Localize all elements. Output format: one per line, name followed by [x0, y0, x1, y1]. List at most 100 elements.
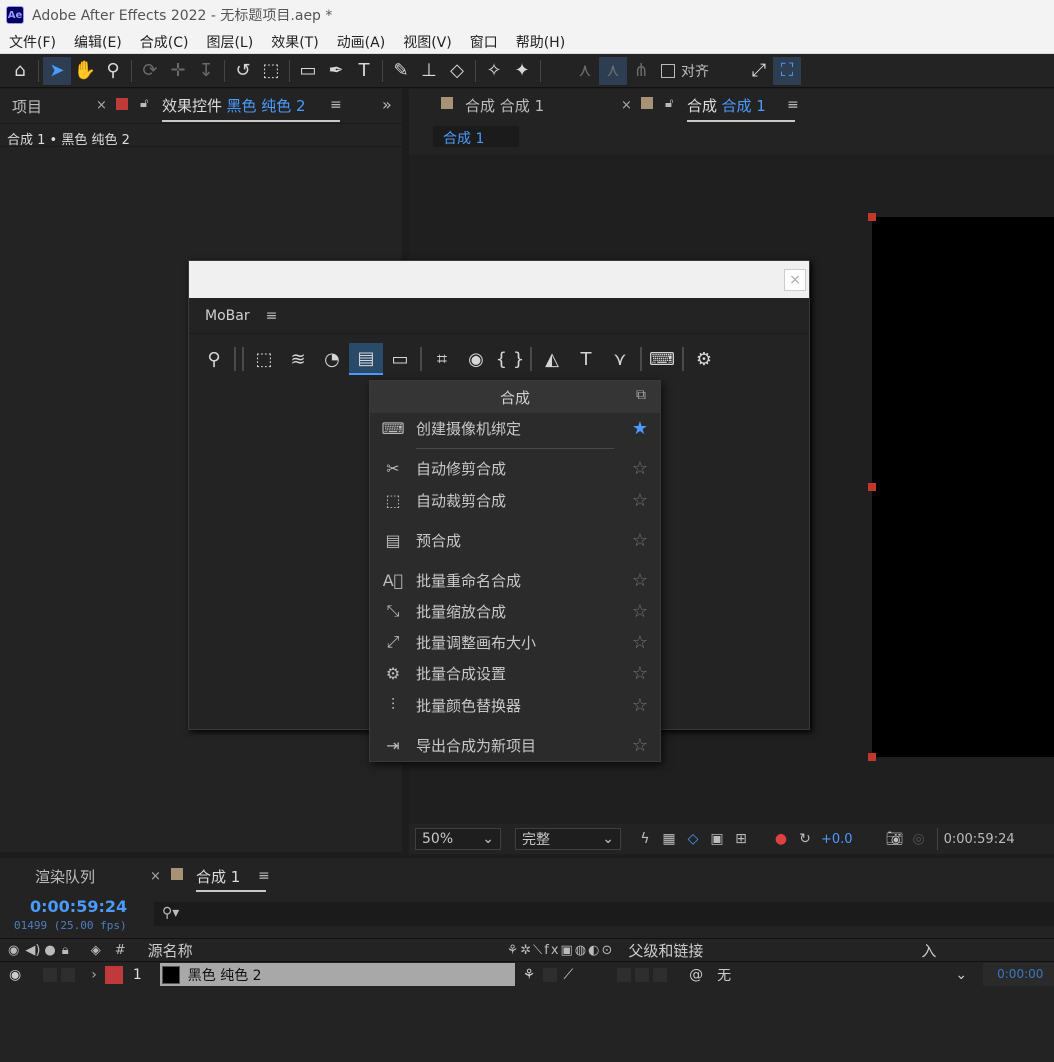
video-eye-icon[interactable]: ◉	[8, 943, 19, 958]
lock-icon[interactable]: 🔒︎	[62, 943, 69, 958]
fast-preview-icon[interactable]: ϟ	[633, 828, 657, 850]
layers-icon[interactable]: ≋	[281, 343, 315, 375]
quality-select[interactable]: 完整 ⌄	[515, 828, 621, 850]
folder-icon[interactable]: ▭	[383, 343, 417, 375]
menu-view[interactable]: 视图(V)	[394, 32, 461, 52]
stopwatch-icon[interactable]: ◔	[315, 343, 349, 375]
star-outline-icon[interactable]: ☆	[620, 570, 660, 591]
menu-item-auto-crop[interactable]: ⬚ 自动裁剪合成 ☆	[370, 486, 660, 514]
path-icon[interactable]: ⋎	[603, 343, 637, 375]
star-outline-icon[interactable]: ☆	[620, 695, 660, 716]
menu-composition[interactable]: 合成(C)	[131, 32, 198, 52]
adjustment-switch[interactable]	[617, 967, 632, 982]
anchor-tool-icon[interactable]: ⬚	[257, 57, 285, 85]
rectangle-tool-icon[interactable]: ▭	[294, 57, 322, 85]
dolly-camera-icon[interactable]: ↧	[192, 57, 220, 85]
solo-icon[interactable]: ●	[44, 943, 55, 958]
orbit-camera-icon[interactable]: ⟳	[136, 57, 164, 85]
eraser-tool-icon[interactable]: ◇	[443, 57, 471, 85]
chevrons-right-icon[interactable]: »	[382, 95, 392, 114]
snapshot-icon[interactable]: 📷︎	[883, 828, 907, 850]
roto-brush-icon[interactable]: ✧	[480, 57, 508, 85]
menu-item-batch-canvas[interactable]: ⤢ 批量调整画布大小 ☆	[370, 628, 660, 656]
close-icon[interactable]: ×	[150, 869, 161, 884]
shy-switch-icon[interactable]: ⚘	[523, 967, 536, 983]
channel-icon[interactable]: ●	[769, 828, 793, 850]
column-in[interactable]: 入	[921, 940, 936, 961]
timeline-search-input[interactable]: ⚲▾	[154, 902, 1054, 926]
current-timecode[interactable]: 0:00:59:24	[30, 897, 127, 916]
layer-name-cell[interactable]: 黑色 纯色 2	[159, 963, 515, 986]
popout-icon[interactable]: ⧉	[636, 387, 646, 403]
tab-project[interactable]: 项目	[12, 96, 42, 117]
menu-item-batch-settings[interactable]: ⚙ 批量合成设置 ☆	[370, 659, 660, 687]
menu-item-auto-trim[interactable]: ✂ 自动修剪合成 ☆	[370, 454, 660, 482]
layer-switches-icon[interactable]: ⚘✲⟍fx▣◍◐⊙	[507, 943, 615, 958]
selection-tool-icon[interactable]: ➤	[43, 56, 71, 85]
menu-item-batch-rename[interactable]: A⃞ 批量重命名合成 ☆	[370, 566, 660, 594]
zoom-select[interactable]: 50% ⌄	[415, 828, 501, 850]
visibility-eye-icon[interactable]: ◉	[9, 967, 21, 983]
column-parent-link[interactable]: 父级和链接	[628, 940, 703, 961]
motion-blur-switch[interactable]	[653, 967, 668, 982]
menu-animation[interactable]: 动画(A)	[328, 32, 395, 52]
menu-item-batch-color[interactable]: ⫶ 批量颜色替换器 ☆	[370, 691, 660, 719]
layer-label-color[interactable]	[104, 965, 123, 984]
camera-icon[interactable]: ⌨	[645, 343, 679, 375]
audio-icon[interactable]: ◀)	[25, 943, 40, 958]
collapse-switch[interactable]	[543, 967, 558, 982]
star-outline-icon[interactable]: ☆	[620, 632, 660, 653]
home-icon[interactable]: ⌂	[6, 57, 34, 85]
star-outline-icon[interactable]: ☆	[620, 601, 660, 622]
lock-icon[interactable]: 🔓︎	[140, 96, 148, 111]
type-tool-icon[interactable]: T	[350, 57, 378, 85]
3d-switch[interactable]	[635, 967, 650, 982]
comp-chip[interactable]: 合成 1	[433, 126, 519, 147]
stamp-tool-icon[interactable]: ⊥	[415, 57, 443, 85]
star-outline-icon[interactable]: ☆	[620, 490, 660, 511]
rotate-tool-icon[interactable]: ↺	[229, 57, 257, 85]
layer-in-time[interactable]: 0:00:00	[983, 963, 1054, 986]
parent-select[interactable]: 无 ⌄	[711, 964, 973, 985]
snap-icon[interactable]: ⛶	[773, 56, 801, 85]
region-of-interest-icon[interactable]: ▣	[705, 828, 729, 850]
expression-icon[interactable]: { }	[493, 343, 527, 375]
star-outline-icon[interactable]: ☆	[620, 735, 660, 756]
menu-layer[interactable]: 图层(L)	[197, 32, 262, 52]
axis-world-icon[interactable]: ⋏	[599, 56, 627, 85]
column-source-name[interactable]: 源名称	[148, 940, 193, 961]
menu-item-batch-scale[interactable]: ⤡ 批量缩放合成 ☆	[370, 597, 660, 625]
lock-icon[interactable]: 🔓︎	[665, 96, 673, 111]
menu-effect[interactable]: 效果(T)	[262, 32, 327, 52]
hamburger-icon[interactable]: ≡	[266, 308, 278, 324]
show-snapshot-icon[interactable]: ◎	[907, 828, 931, 850]
mobar-titlebar[interactable]: ×	[189, 261, 809, 298]
transform-handle[interactable]	[868, 483, 876, 491]
crop-icon[interactable]: ⌗	[425, 343, 459, 375]
transform-handle[interactable]	[868, 213, 876, 221]
brush-tool-icon[interactable]: ✎	[387, 57, 415, 85]
composition-icon[interactable]: ▤	[349, 343, 383, 375]
menu-file[interactable]: 文件(F)	[0, 32, 65, 52]
star-outline-icon[interactable]: ☆	[620, 663, 660, 684]
mask-visibility-icon[interactable]: ◇	[681, 828, 705, 850]
zoom-tool-icon[interactable]: ⚲	[99, 57, 127, 85]
tab-comp-active[interactable]: 合成 合成 1	[687, 95, 795, 122]
reset-exposure-icon[interactable]: ↻	[793, 828, 817, 850]
tab-effect-controls[interactable]: 效果控件 黑色 纯色 2	[162, 95, 340, 122]
label-tag-icon[interactable]: ◈	[91, 943, 101, 958]
menu-edit[interactable]: 编辑(E)	[65, 32, 131, 52]
table-row[interactable]: ◉ › 1 黑色 纯色 2 ⚘ ⟋ @ 无 ⌄ 0:00:00	[0, 963, 1054, 986]
menu-window[interactable]: 窗口	[461, 32, 507, 52]
star-outline-icon[interactable]: ☆	[620, 530, 660, 551]
shapes-icon[interactable]: ◭	[535, 343, 569, 375]
tab-render-queue[interactable]: 渲染队列	[35, 866, 95, 887]
expand-icon[interactable]: ⤢	[745, 57, 773, 85]
exposure-value[interactable]: +0.0	[821, 832, 853, 847]
settings-gear-icon[interactable]: ⚙	[687, 343, 721, 375]
search-icon[interactable]: ⚲	[197, 343, 231, 375]
panel-menu-icon[interactable]: ≡	[258, 868, 270, 884]
menu-item-precompose[interactable]: ▤ 预合成 ☆	[370, 526, 660, 554]
close-icon[interactable]: ×	[784, 269, 806, 291]
close-icon[interactable]: ×	[96, 98, 107, 113]
